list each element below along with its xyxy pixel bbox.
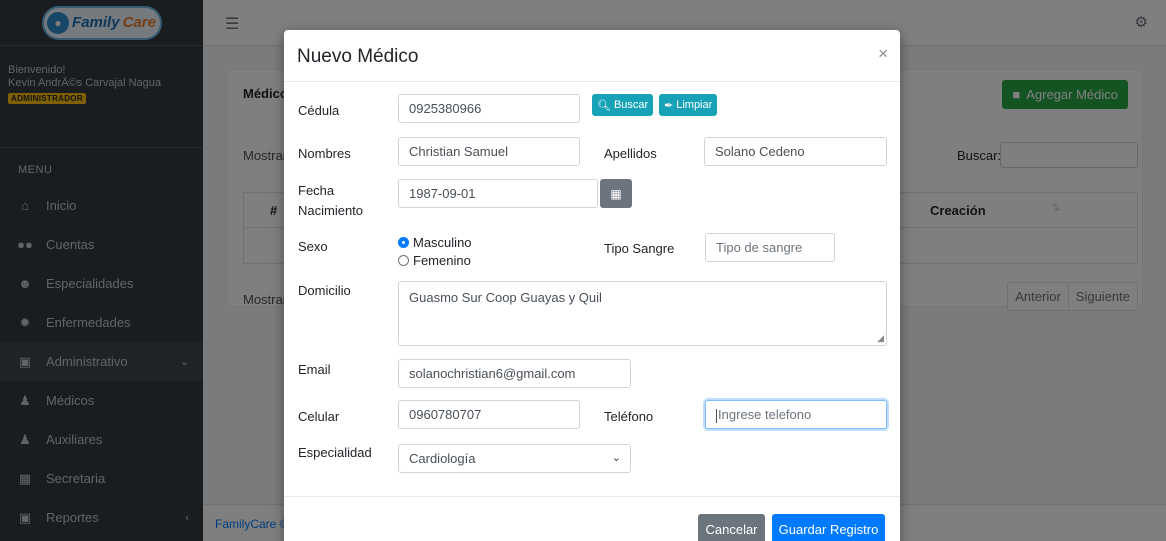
fecha-nacimiento-input[interactable]: 1987-09-01 xyxy=(398,179,598,208)
especialidad-value: Cardiología xyxy=(409,451,476,466)
celular-label: Celular xyxy=(298,409,340,424)
telefono-placeholder: Ingrese telefono xyxy=(718,407,812,422)
apellidos-label: Apellidos xyxy=(604,146,657,161)
email-label: Email xyxy=(298,362,331,377)
sexo-femenino-option[interactable]: Femenino xyxy=(398,253,471,268)
cancel-button[interactable]: Cancelar xyxy=(698,514,765,541)
nuevo-medico-modal: Nuevo Médico × Cédula 0925380966 🔍︎ Busc… xyxy=(284,30,900,541)
domicilio-textarea[interactable]: Guasmo Sur Coop Guayas y Quil ◢ xyxy=(398,281,887,346)
buscar-button[interactable]: 🔍︎ Buscar xyxy=(592,94,654,116)
radio-femenino-label: Femenino xyxy=(413,253,471,268)
search-icon: 🔍︎ xyxy=(597,99,611,112)
nombres-input[interactable]: Christian Samuel xyxy=(398,137,580,166)
domicilio-value: Guasmo Sur Coop Guayas y Quil xyxy=(409,290,602,305)
tipo-sangre-label: Tipo Sangre xyxy=(604,241,675,256)
buscar-label: Buscar xyxy=(613,99,649,111)
modal-title: Nuevo Médico xyxy=(297,46,419,67)
telefono-label: Teléfono xyxy=(604,409,654,424)
radio-masculino-label: Masculino xyxy=(413,235,472,250)
fecha-label-line1: Fecha xyxy=(298,183,335,198)
celular-input[interactable]: 0960780707 xyxy=(398,400,580,429)
fecha-label-line2: Nacimiento xyxy=(298,202,364,218)
fecha-label: Fecha Nacimiento xyxy=(298,181,363,220)
radio-femenino[interactable] xyxy=(398,255,409,266)
save-button[interactable]: Guardar Registro xyxy=(772,514,885,541)
apellidos-input[interactable]: Solano Cedeno xyxy=(704,137,887,166)
telefono-input[interactable]: Ingrese telefono xyxy=(705,400,887,429)
calendar-icon: ▦ xyxy=(610,186,622,201)
close-icon[interactable]: × xyxy=(878,44,888,64)
email-input[interactable]: solanochristian6@gmail.com xyxy=(398,359,631,388)
cedula-input[interactable]: 0925380966 xyxy=(398,94,580,123)
especialidad-select[interactable]: Cardiología ⌄ xyxy=(398,444,631,473)
nombres-label: Nombres xyxy=(298,146,351,161)
especialidad-label: Especialidad xyxy=(298,445,372,460)
limpiar-button[interactable]: ✒ Limpiar xyxy=(659,94,718,116)
chevron-down-icon: ⌄ xyxy=(611,452,621,464)
broom-icon: ✒ xyxy=(664,99,674,112)
resize-handle-icon[interactable]: ◢ xyxy=(877,333,884,344)
calendar-button[interactable]: ▦ xyxy=(600,179,632,208)
limpiar-label: Limpiar xyxy=(676,99,713,111)
cedula-label: Cédula xyxy=(298,103,340,118)
domicilio-label: Domicilio xyxy=(298,283,351,298)
modal-header: Nuevo Médico × xyxy=(284,30,900,82)
tipo-sangre-input[interactable]: Tipo de sangre xyxy=(705,233,835,262)
radio-masculino[interactable] xyxy=(398,237,409,248)
text-cursor xyxy=(716,408,717,423)
sexo-masculino-option[interactable]: Masculino xyxy=(398,235,472,250)
sexo-label: Sexo xyxy=(298,239,328,254)
modal-footer-divider xyxy=(284,496,900,497)
